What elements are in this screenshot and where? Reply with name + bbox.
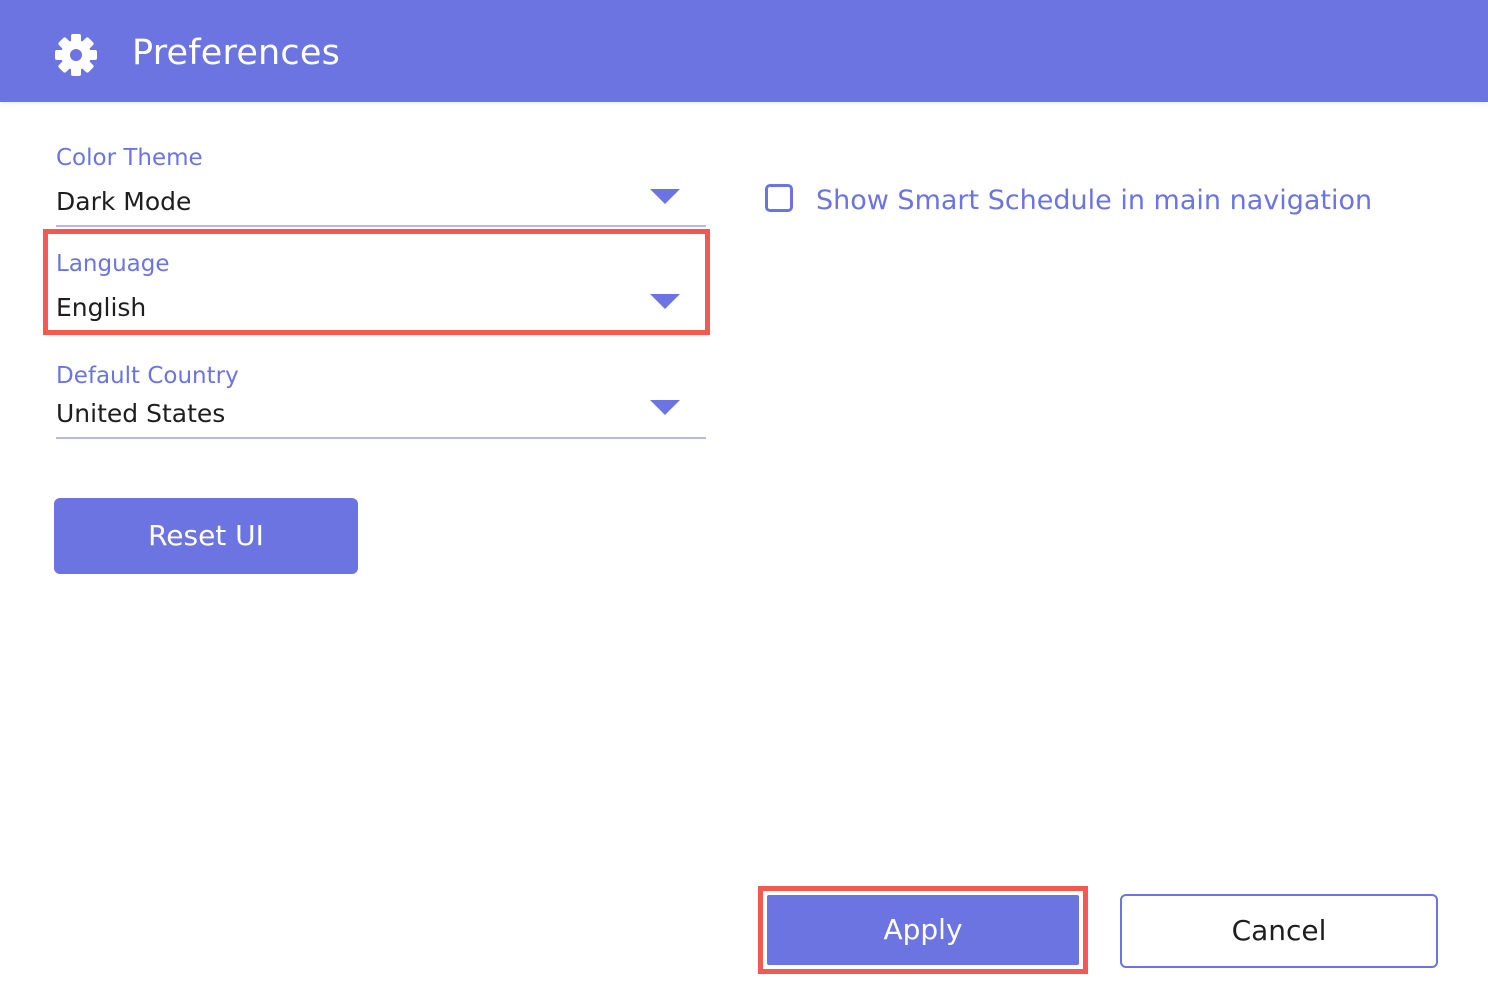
smart-schedule-label[interactable]: Show Smart Schedule in main navigation [816, 182, 1372, 220]
chevron-down-icon[interactable] [650, 400, 680, 415]
reset-ui-button[interactable]: Reset UI [54, 498, 358, 574]
dialog-title: Preferences [132, 33, 341, 73]
cancel-button[interactable]: Cancel [1120, 894, 1438, 968]
field-underline [56, 437, 706, 439]
gear-icon [54, 33, 98, 77]
language-highlight-box [43, 229, 710, 335]
default-country-value: United States [56, 399, 226, 428]
field-underline [56, 225, 706, 227]
color-theme-select[interactable]: Color Theme Dark Mode [56, 143, 706, 229]
default-country-label: Default Country [56, 363, 239, 389]
default-country-select[interactable]: Default Country United States [56, 361, 706, 441]
preferences-dialog: Preferences Color Theme Dark Mode Langua… [0, 0, 1488, 996]
smart-schedule-checkbox[interactable] [765, 184, 793, 212]
color-theme-value: Dark Mode [56, 187, 192, 216]
apply-highlight-box [758, 886, 1088, 974]
dialog-header: Preferences [0, 0, 1488, 102]
color-theme-label: Color Theme [56, 145, 203, 171]
chevron-down-icon[interactable] [650, 189, 680, 204]
